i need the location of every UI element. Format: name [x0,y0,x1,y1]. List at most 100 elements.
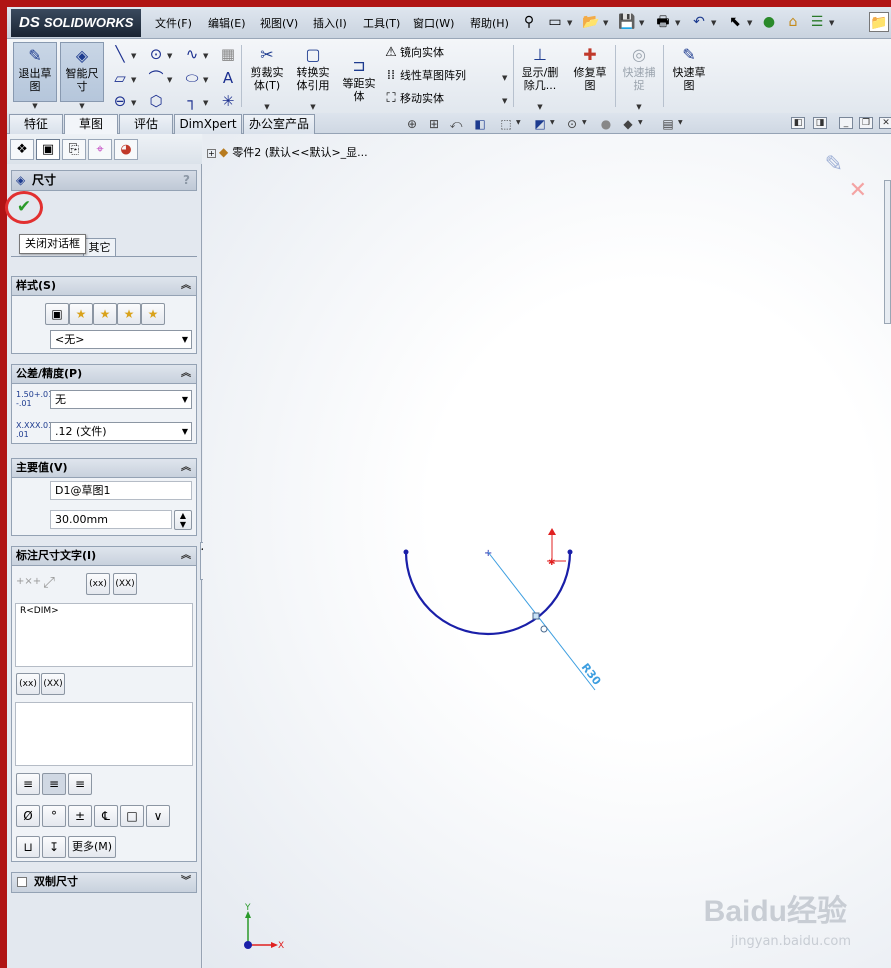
mirror-entities-button[interactable]: ⚠ 镜向实体 [382,43,444,63]
degree-symbol-icon[interactable]: ° [42,805,66,827]
text-insert-button-2[interactable]: (XX) [41,673,65,695]
rapid-sketch-button[interactable]: ✎ 快速草 图 [667,42,711,102]
tolerance-type-select[interactable]: 无 ▼ [50,390,192,409]
line-dropdown-arrow-icon[interactable]: ▼ [131,52,136,60]
align-center-icon[interactable]: ≡ [42,773,66,795]
delete-style-icon[interactable]: ★ [93,303,117,325]
style-select[interactable]: <无> ▼ [50,330,192,349]
more-symbols-button[interactable]: 更多(M) [68,836,116,858]
apply-default-style-icon[interactable]: ▣ [45,303,69,325]
open-dropdown-arrow-icon[interactable]: ▼ [603,19,608,27]
minimize-icon[interactable]: _ [839,117,853,129]
graphics-area[interactable]: + ◆ 零件2 (默认<<默认>_显... ✎ ✕ + R30 ✱ Y X Ba… [203,134,891,968]
tile-left-icon[interactable]: ◧ [791,117,805,129]
convert-entities-button[interactable]: ▢ 转换实 体引用 ▼ [291,42,335,111]
close-window-icon[interactable]: ✕ [879,117,891,129]
rectangle-icon[interactable]: ▱ [111,69,129,87]
hide-show-dropdown-arrow-icon[interactable]: ▼ [582,119,587,126]
new-dropdown-arrow-icon[interactable]: ▼ [567,19,572,27]
menu-file[interactable]: 文件(F) [155,15,192,31]
diameter-symbol-icon[interactable]: Ø [16,805,40,827]
tolerance-group-header[interactable]: 公差/精度(P) ︽ [12,365,196,384]
tab-other[interactable]: 其它 [83,238,116,257]
select-cursor-icon[interactable]: ⬉ [725,12,745,32]
menu-help[interactable]: 帮助(H) [470,15,509,31]
scene-icon[interactable]: ◆ [619,116,637,132]
search-folder-icon[interactable]: 📁 [869,12,889,32]
collapse-icon[interactable]: ︽ [181,365,191,383]
trim-entities-button[interactable]: ✂ 剪裁实 体(T) ▼ [245,42,289,111]
text-insert-button-1[interactable]: (xx) [16,673,40,695]
menu-tools[interactable]: 工具(T) [363,15,400,31]
tab-dimxpert[interactable]: DimXpert [174,114,242,134]
load-style-icon[interactable]: ★ [141,303,165,325]
options-icon[interactable]: ☰ [807,12,827,32]
pin-icon[interactable]: ⚲ [519,12,539,32]
save-icon[interactable]: 💾 [617,12,637,32]
display-style-icon[interactable]: ◩ [531,116,549,132]
view-settings-dropdown-arrow-icon[interactable]: ▼ [678,119,683,126]
menu-window[interactable]: 窗口(W) [413,15,454,31]
configuration-manager-tab-icon[interactable]: ⎘ [62,139,86,160]
collapse-icon[interactable]: ︽ [181,277,191,295]
point-icon[interactable]: ✳ [219,92,237,110]
options-dropdown-arrow-icon[interactable]: ▼ [829,19,834,27]
arc-dropdown-arrow-icon[interactable]: ▼ [167,76,172,84]
plus-minus-symbol-icon[interactable]: ± [68,805,92,827]
add-style-icon[interactable]: ★ [69,303,93,325]
style-group-header[interactable]: 样式(S) ︽ [12,277,196,296]
spline-dropdown-arrow-icon[interactable]: ▼ [203,52,208,60]
zoom-area-icon[interactable]: ⊞ [425,116,443,132]
view-orientation-dropdown-arrow-icon[interactable]: ▼ [516,119,521,126]
dimension-text-bottom-field[interactable] [15,702,193,766]
collapse-icon[interactable]: ︽ [181,459,191,477]
new-document-icon[interactable]: ▭ [545,12,565,32]
linear-pattern-dropdown-arrow-icon[interactable]: ▼ [502,74,507,82]
tab-features[interactable]: 特征 [9,114,63,134]
slot-icon[interactable]: ⊖ [111,92,129,110]
counterbore-symbol-icon[interactable]: ⊔ [16,836,40,858]
expand-icon[interactable]: ︾ [181,873,191,891]
dimension-text-group-header[interactable]: 标注尺寸文字(I) ︽ [12,547,196,566]
polygon-icon[interactable]: ⬡ [147,92,165,110]
line-icon[interactable]: ╲ [111,45,129,63]
slot-dropdown-arrow-icon[interactable]: ▼ [131,99,136,107]
offset-text-button[interactable]: (XX) [113,573,137,595]
previous-view-icon[interactable]: ⤺ [447,116,465,132]
tile-right-icon[interactable]: ◨ [813,117,827,129]
menu-insert[interactable]: 插入(I) [313,15,347,31]
align-left-icon[interactable]: ≡ [16,773,40,795]
repair-sketch-button[interactable]: ✚ 修复草 图 [568,42,612,102]
center-dimension-icon[interactable]: ⤢ [40,573,58,591]
rebuild-traffic-light-icon[interactable]: ● [759,12,779,32]
help-icon[interactable]: ? [183,171,190,190]
add-parentheses-icon[interactable]: +×+ [16,573,41,591]
print-icon[interactable]: 🖶 [653,12,673,32]
view-settings-icon[interactable]: ▤ [659,116,677,132]
dimension-name-field[interactable]: D1@草图1 [50,481,192,500]
circle-dropdown-arrow-icon[interactable]: ▼ [167,52,172,60]
primary-value-group-header[interactable]: 主要值(V) ︽ [12,459,196,478]
fillet-icon[interactable]: ┐ [183,92,201,110]
undo-dropdown-arrow-icon[interactable]: ▼ [711,19,716,27]
arc-center-point[interactable]: + [484,548,492,559]
countersink-symbol-icon[interactable]: ∨ [146,805,170,827]
dimxpert-manager-tab-icon[interactable]: ⌖ [88,139,112,160]
dimension-handle[interactable] [532,612,540,620]
property-manager-tab-icon[interactable]: ▣ [36,139,60,160]
move-entities-button[interactable]: ⛶ 移动实体 [382,89,444,109]
ellipse-dropdown-arrow-icon[interactable]: ▼ [203,76,208,84]
save-style-icon[interactable]: ★ [117,303,141,325]
ok-checkmark-icon[interactable]: ✔ [13,196,35,218]
select-dropdown-arrow-icon[interactable]: ▼ [747,19,752,27]
collapse-icon[interactable]: ︽ [181,547,191,565]
tab-sketch[interactable]: 草图 [64,114,118,135]
exit-sketch-dropdown-arrow-icon[interactable]: ▼ [14,100,56,113]
move-dropdown-arrow-icon[interactable]: ▼ [502,97,507,105]
display-delete-relations-button[interactable]: ⊥ 显示/删 除几... ▼ [518,42,562,111]
spline-icon[interactable]: ∿ [183,45,201,63]
fillet-dropdown-arrow-icon[interactable]: ▼ [203,99,208,107]
hide-show-items-icon[interactable]: ⊙ [563,116,581,132]
text-icon[interactable]: A [219,69,237,87]
display-style-dropdown-arrow-icon[interactable]: ▼ [550,119,555,126]
